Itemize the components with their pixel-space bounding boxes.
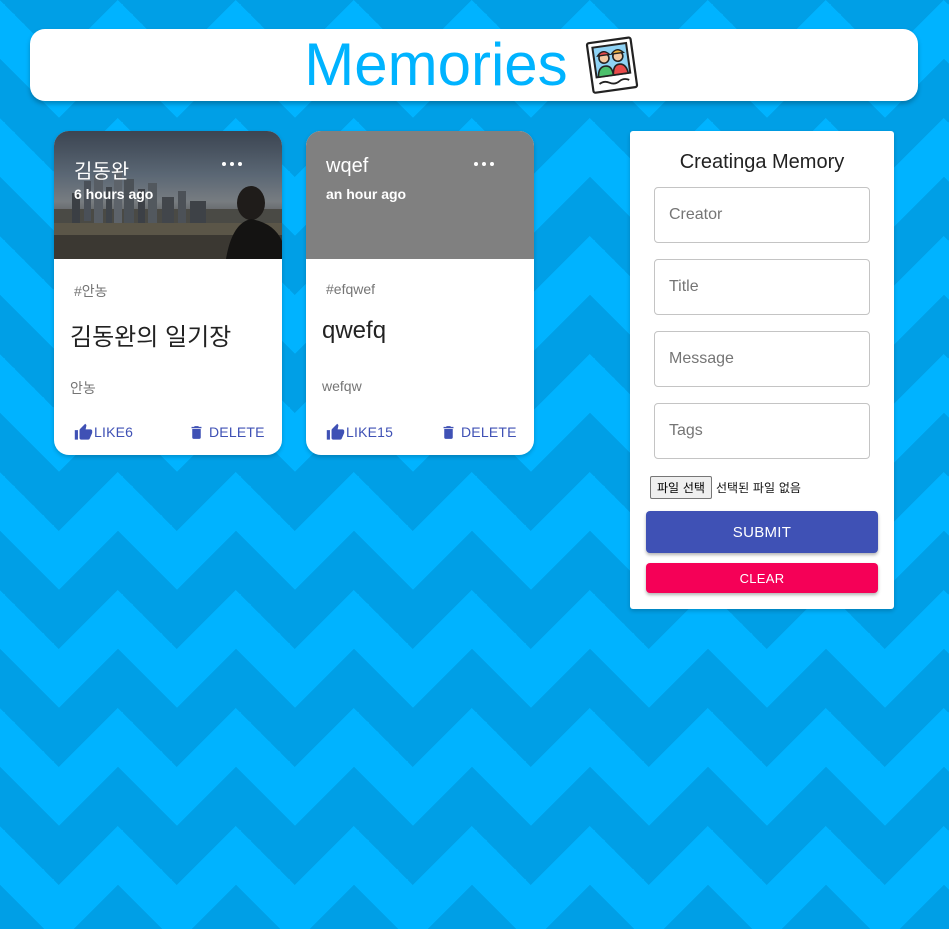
- tags-field: [654, 403, 870, 459]
- more-horiz-icon[interactable]: [222, 157, 242, 171]
- post-message: 안농: [70, 380, 96, 396]
- post-card: wqef an hour ago #efqwef qwefq wefqw LIK…: [306, 131, 534, 455]
- post-title: qwefq: [322, 317, 387, 344]
- post-time: 6 hours ago: [74, 186, 154, 202]
- title-field: [654, 259, 870, 315]
- post-card: 김동완 6 hours ago #안농 김동완의 일기장 안농 LIKE6 DE…: [54, 131, 282, 455]
- app-title: Memories: [304, 31, 568, 98]
- clear-button[interactable]: CLEAR: [646, 563, 878, 593]
- like-button[interactable]: LIKE15: [326, 421, 393, 443]
- post-image: wqef an hour ago: [306, 131, 534, 259]
- tags-input[interactable]: [655, 404, 869, 458]
- like-label: LIKE6: [94, 424, 134, 440]
- thumb-up-icon: [326, 423, 345, 440]
- submit-button[interactable]: SUBMIT: [646, 511, 878, 553]
- post-title: 김동완의 일기장: [70, 324, 232, 351]
- post-actions: LIKE15 DELETE: [306, 421, 534, 443]
- memories-photo-icon: [585, 36, 638, 94]
- choose-file-button[interactable]: 파일 선택: [650, 476, 712, 499]
- creator-field: [654, 187, 870, 243]
- app-bar: Memories: [30, 29, 918, 101]
- delete-label: DELETE: [461, 424, 517, 440]
- post-creator: 김동완: [74, 161, 130, 183]
- trash-icon: [191, 425, 202, 439]
- trash-icon: [443, 425, 454, 439]
- post-tags: #efqwef: [326, 281, 376, 297]
- delete-label: DELETE: [209, 424, 265, 440]
- post-creator: wqef: [326, 155, 369, 177]
- delete-button[interactable]: DELETE: [440, 421, 517, 443]
- file-status: 선택된 파일 없음: [715, 481, 801, 495]
- creator-input[interactable]: [655, 188, 869, 242]
- memory-form: Creatinga Memory 파일 선택 선택된 파일 없음 SUBMIT …: [630, 131, 894, 609]
- like-label: LIKE15: [346, 424, 394, 440]
- file-input: 파일 선택 선택된 파일 없음: [650, 476, 801, 499]
- post-image: 김동완 6 hours ago: [54, 131, 282, 259]
- post-tags: #안농: [74, 283, 108, 299]
- delete-button[interactable]: DELETE: [188, 421, 265, 443]
- title-input[interactable]: [655, 260, 869, 314]
- post-actions: LIKE6 DELETE: [54, 421, 282, 443]
- post-time: an hour ago: [326, 186, 407, 202]
- message-field: [654, 331, 870, 387]
- form-heading: Creatinga Memory: [679, 151, 845, 173]
- like-button[interactable]: LIKE6: [74, 421, 133, 443]
- thumb-up-icon: [74, 423, 93, 440]
- post-message: wefqw: [322, 378, 362, 394]
- more-horiz-icon[interactable]: [474, 157, 494, 171]
- message-input[interactable]: [655, 332, 869, 386]
